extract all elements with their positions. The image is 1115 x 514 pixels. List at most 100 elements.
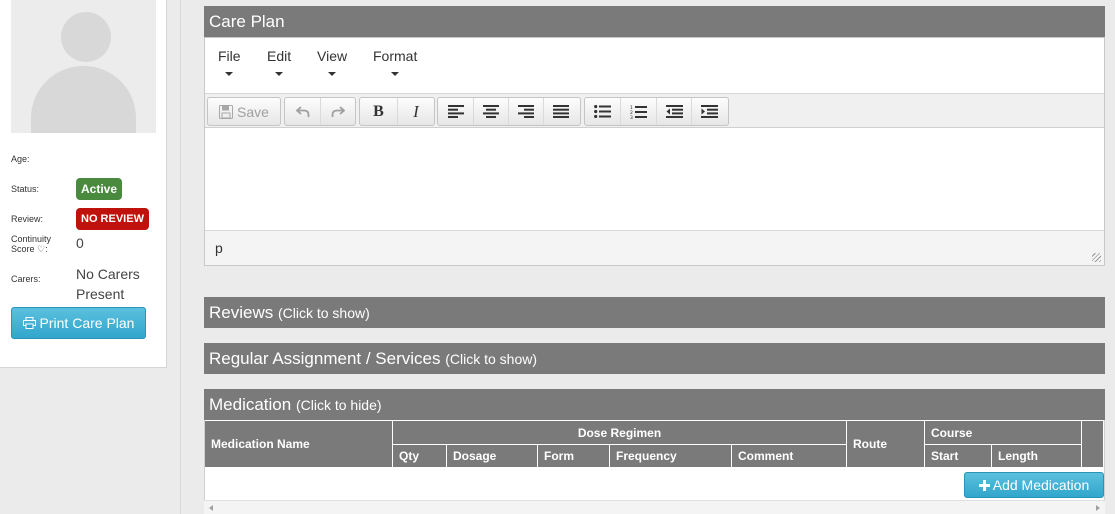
toolbar-group-format: B I [359,97,435,126]
continuity-label-line2: Score ♡: [11,244,48,254]
scroll-right-icon[interactable] [1096,505,1100,511]
element-path[interactable]: p [215,240,223,256]
bullet-list-button[interactable] [585,98,620,125]
align-center-icon [483,105,499,118]
regular-assignment-header[interactable]: Regular Assignment / Services (Click to … [204,343,1105,374]
menu-file-label: File [218,48,241,64]
reviews-hint: (Click to show) [277,305,370,321]
align-justify-icon [553,105,569,118]
status-label: Status: [11,184,40,194]
outdent-icon [665,105,683,118]
scroll-left-icon[interactable] [209,505,213,511]
carers-label: Carers: [11,274,41,284]
print-care-plan-button[interactable]: Print Care Plan [11,307,146,339]
editor-menubar: File Edit View Format [205,38,1104,94]
menu-file[interactable]: File [218,48,241,76]
col-start: Start [925,445,992,467]
menu-format-label: Format [373,48,418,64]
col-medication-name: Medication Name [205,421,393,467]
indent-icon [700,105,718,118]
status-badge: Active [76,178,123,200]
patient-profile-panel: Age: Status: Active Review: NO REVIEW Co… [0,0,167,368]
col-actions [1082,421,1104,467]
align-right-icon [518,105,534,118]
numbered-list-button[interactable]: 123 [620,98,656,125]
col-route: Route [847,421,925,467]
menu-view-label: View [317,48,348,64]
indent-button[interactable] [691,98,726,125]
carers-value: No Carers Present [76,264,140,304]
toolbar-group-save: Save [207,97,281,126]
continuity-label-line1: Continuity [11,234,52,244]
care-plan-header: Care Plan [204,6,1105,37]
print-care-plan-label: Print Care Plan [39,315,135,331]
undo-icon [295,105,309,117]
undo-button[interactable] [285,98,320,125]
toolbar-group-align [437,97,581,126]
horizontal-scrollbar[interactable] [204,500,1105,514]
editor-content-area[interactable] [205,128,1104,230]
avatar-body [31,66,136,133]
age-label: Age: [11,154,30,164]
col-qty: Qty [393,445,447,467]
reviews-title: Reviews [209,303,274,322]
carers-value-line2: Present [76,286,125,302]
column-divider [180,0,181,514]
reviews-header[interactable]: Reviews (Click to show) [204,297,1105,328]
save-button[interactable]: Save [208,98,280,125]
align-right-button[interactable] [508,98,543,125]
medication-hint: (Click to hide) [295,397,382,413]
caret-down-icon [225,72,234,76]
avatar [11,0,156,133]
editor-toolbar: Save B I 1 2 3 [205,94,1104,128]
plus-icon [978,479,990,491]
review-badge: NO REVIEW [76,208,149,230]
menu-view[interactable]: View [317,48,347,76]
print-icon [22,317,36,329]
add-medication-label: Add Medication [992,477,1090,493]
caret-down-icon [391,72,400,76]
col-dosage: Dosage [447,445,538,467]
numbered-list-icon: 123 [630,105,647,119]
medication-header[interactable]: Medication (Click to hide) [204,389,1105,420]
continuity-label: Continuity Score ♡: [11,234,51,254]
col-length: Length [992,445,1082,467]
carers-value-line1: No Carers [76,266,140,282]
outdent-button[interactable] [656,98,691,125]
regular-assignment-title: Regular Assignment / Services [209,349,441,368]
editor-statusbar: p [205,230,1104,265]
rich-text-editor: File Edit View Format Save B I 1 2 3 p [204,37,1105,266]
col-comment: Comment [732,445,847,467]
resize-grip-icon[interactable] [1092,253,1101,262]
align-left-icon [447,105,464,118]
care-plan-title: Care Plan [209,12,285,31]
review-label: Review: [11,214,44,224]
medication-title: Medication [209,395,292,414]
toolbar-group-history [284,97,356,126]
save-label: Save [237,103,269,120]
col-group-course: Course [925,421,1082,444]
svg-text:3: 3 [630,115,633,119]
continuity-score: 0 [76,235,84,251]
avatar-head [61,12,111,62]
add-medication-button[interactable]: Add Medication [964,472,1104,498]
regular-assignment-hint: (Click to show) [445,351,538,367]
toolbar-group-lists: 123 [584,97,729,126]
col-frequency: Frequency [610,445,732,467]
menu-format[interactable]: Format [373,48,417,76]
caret-down-icon [328,72,337,76]
redo-button[interactable] [320,98,355,125]
floppy-icon [219,104,234,119]
bullet-list-icon [594,105,611,118]
redo-icon [331,105,345,117]
bold-button[interactable]: B [360,98,397,125]
align-left-button[interactable] [438,98,473,125]
align-justify-button[interactable] [543,98,578,125]
col-form: Form [538,445,610,467]
menu-edit-label: Edit [267,48,292,64]
col-group-dose-regimen: Dose Regimen [393,421,847,444]
align-center-button[interactable] [473,98,508,125]
caret-down-icon [275,72,284,76]
italic-button[interactable]: I [397,98,434,125]
menu-edit[interactable]: Edit [267,48,291,76]
